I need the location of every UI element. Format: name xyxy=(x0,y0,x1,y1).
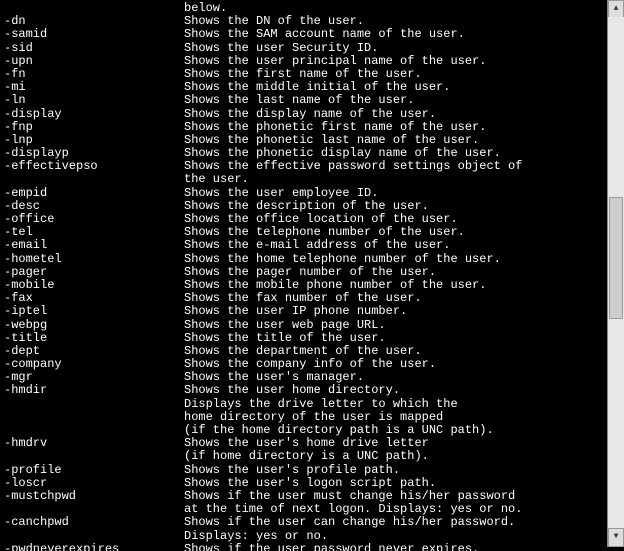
flag-name: -effectivepso xyxy=(4,160,184,173)
flag-name: -display xyxy=(4,108,184,121)
flag-name: -mi xyxy=(4,81,184,94)
flag-description: Shows the title of the user. xyxy=(184,332,386,345)
help-line: -fnpShows the phonetic first name of the… xyxy=(4,121,612,134)
flag-description: Shows the user principal name of the use… xyxy=(184,55,486,68)
flag-name: -empid xyxy=(4,187,184,200)
scrollbar-thumb[interactable] xyxy=(609,197,623,319)
flag-description: the user. xyxy=(184,173,249,186)
flag-name: -mustchpwd xyxy=(4,490,184,503)
help-line: -displayShows the display name of the us… xyxy=(4,108,612,121)
flag-description: Shows the home telephone number of the u… xyxy=(184,253,501,266)
flag-description: Shows the user Security ID. xyxy=(184,42,378,55)
help-line: -empidShows the user employee ID. xyxy=(4,187,612,200)
help-line: -hometelShows the home telephone number … xyxy=(4,253,612,266)
flag-name: -hometel xyxy=(4,253,184,266)
help-line: -webpgShows the user web page URL. xyxy=(4,319,612,332)
flag-name: -sid xyxy=(4,42,184,55)
flag-description: Shows the phonetic first name of the use… xyxy=(184,121,486,134)
help-line: -samidShows the SAM account name of the … xyxy=(4,28,612,41)
flag-name: -iptel xyxy=(4,305,184,318)
help-line: Displays the drive letter to which the xyxy=(4,398,612,411)
help-line: -profileShows the user's profile path. xyxy=(4,464,612,477)
flag-description: Shows the user's profile path. xyxy=(184,464,400,477)
flag-name: -email xyxy=(4,239,184,252)
help-line: -sidShows the user Security ID. xyxy=(4,42,612,55)
flag-name: -samid xyxy=(4,28,184,41)
flag-description: Shows the pager number of the user. xyxy=(184,266,436,279)
flag-description: Shows if the user can change his/her pas… xyxy=(184,516,515,529)
help-line: Displays: yes or no. xyxy=(4,530,612,543)
help-line: -lnShows the last name of the user. xyxy=(4,94,612,107)
flag-description: Shows the user employee ID. xyxy=(184,187,378,200)
flag-name: -hmdir xyxy=(4,384,184,397)
help-line: -emailShows the e-mail address of the us… xyxy=(4,239,612,252)
flag-description: Shows the user web page URL. xyxy=(184,319,386,332)
help-line: the user. xyxy=(4,173,612,186)
help-line: -loscrShows the user's logon script path… xyxy=(4,477,612,490)
flag-name xyxy=(4,173,184,186)
chevron-down-icon: ▼ xyxy=(614,533,619,542)
help-line: -pagerShows the pager number of the user… xyxy=(4,266,612,279)
terminal-output: below. -dnShows the DN of the user.-sami… xyxy=(0,0,616,551)
flag-description: Shows the SAM account name of the user. xyxy=(184,28,465,41)
help-line: (if home directory is a UNC path). xyxy=(4,450,612,463)
flag-description: Shows the display name of the user. xyxy=(184,108,436,121)
help-line: -hmdirShows the user home directory. xyxy=(4,384,612,397)
chevron-up-icon: ▲ xyxy=(614,5,619,14)
help-line: -iptelShows the user IP phone number. xyxy=(4,305,612,318)
flag-name: -profile xyxy=(4,464,184,477)
flag-description: Displays the drive letter to which the xyxy=(184,398,458,411)
flag-name xyxy=(4,530,184,543)
flag-name: -fnp xyxy=(4,121,184,134)
flag-description: Shows the last name of the user. xyxy=(184,94,414,107)
help-line: -titleShows the title of the user. xyxy=(4,332,612,345)
flag-description: Shows the e-mail address of the user. xyxy=(184,239,450,252)
flag-name: -fn xyxy=(4,68,184,81)
flag-name: -upn xyxy=(4,55,184,68)
flag-name: -hmdrv xyxy=(4,437,184,450)
flag-name xyxy=(4,411,184,424)
flag-name: -title xyxy=(4,332,184,345)
flag-name: -webpg xyxy=(4,319,184,332)
help-rows: -dnShows the DN of the user.-samidShows … xyxy=(4,15,612,551)
flag-description: Shows the user home directory. xyxy=(184,384,400,397)
vertical-scrollbar[interactable]: ▲ ▼ xyxy=(607,0,624,547)
flag-name xyxy=(4,450,184,463)
flag-name: -pager xyxy=(4,266,184,279)
help-line: -canchpwdShows if the user can change hi… xyxy=(4,516,612,529)
flag-name: -ln xyxy=(4,94,184,107)
flag-description: Shows the user's logon script path. xyxy=(184,477,436,490)
flag-description: Shows the user IP phone number. xyxy=(184,305,407,318)
flag-name: -canchpwd xyxy=(4,516,184,529)
flag-name xyxy=(4,398,184,411)
help-line: -effectivepsoShows the effective passwor… xyxy=(4,160,612,173)
help-line: -upnShows the user principal name of the… xyxy=(4,55,612,68)
scrollbar-track[interactable] xyxy=(608,17,624,530)
scroll-down-button[interactable]: ▼ xyxy=(608,528,624,547)
flag-name: -loscr xyxy=(4,477,184,490)
flag-description: (if home directory is a UNC path). xyxy=(184,450,429,463)
flag-description: Displays: yes or no. xyxy=(184,530,328,543)
